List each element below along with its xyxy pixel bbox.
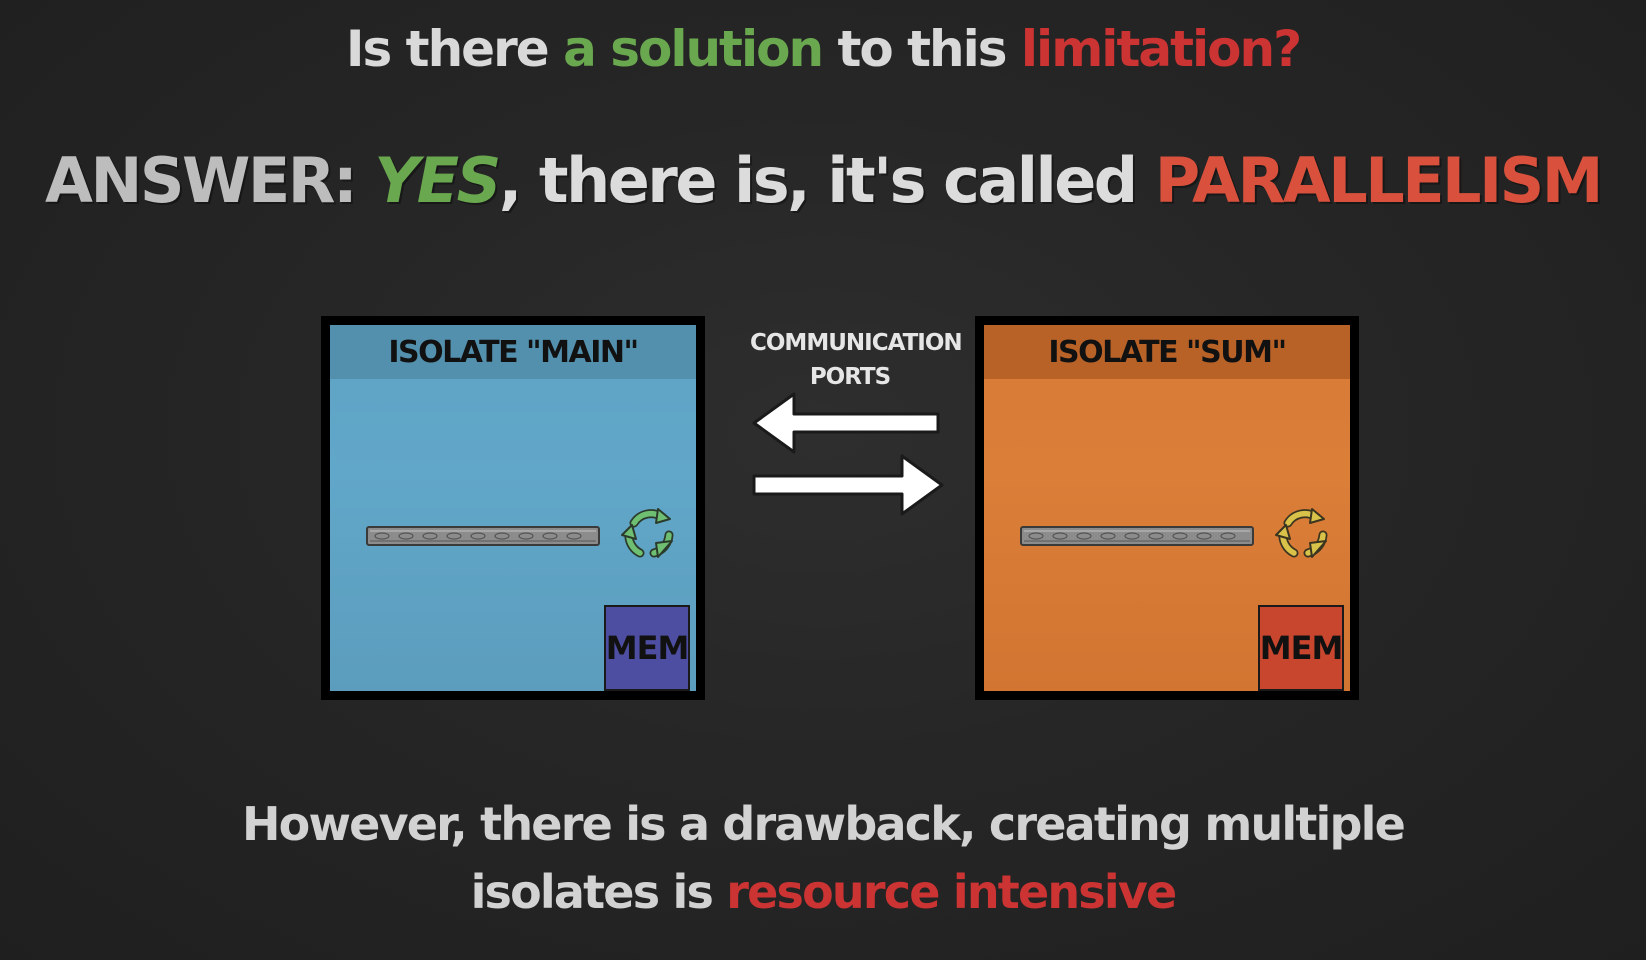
isolate-main-box: ISOLATE "MAIN" MEM: [321, 316, 705, 700]
isolate-sum-body: ISOLATE "SUM" MEM: [984, 325, 1350, 691]
isolate-sum-title: ISOLATE "SUM": [984, 325, 1350, 379]
event-queue-track-icon: [366, 526, 600, 546]
answer-yes: YES: [374, 144, 501, 217]
isolate-sum-box: ISOLATE "SUM" MEM: [975, 316, 1359, 700]
arrow-left-icon: [752, 392, 940, 454]
arrow-right-icon: [752, 454, 944, 516]
isolate-main-body: ISOLATE "MAIN" MEM: [330, 325, 696, 691]
answer-prefix: ANSWER:: [45, 144, 375, 217]
answer-heading: ANSWER: YES, there is, it's called PARAL…: [0, 144, 1646, 217]
answer-middle: , there is, it's called: [498, 144, 1155, 217]
event-loop-icon: [621, 508, 674, 558]
ports-label-line1: COMMUNICATION: [750, 330, 963, 356]
isolate-main-title: ISOLATE "MAIN": [330, 325, 696, 379]
question-text-1: Is there: [345, 20, 564, 78]
question-limitation-text: limitation?: [1020, 20, 1302, 78]
drawback-caption: However, there is a drawback, creating m…: [0, 790, 1646, 926]
memory-block-sum: MEM: [1258, 605, 1344, 691]
drawback-highlight: resource intensive: [726, 865, 1177, 919]
communication-ports-label: COMMUNICATION PORTS: [750, 326, 963, 394]
drawback-line1: However, there is a drawback, creating m…: [241, 797, 1406, 851]
event-loop-icon: [1275, 508, 1328, 558]
drawback-line2-prefix: isolates is: [470, 865, 727, 919]
question-text-2: to this: [822, 20, 1021, 78]
question-solution-text: a solution: [563, 20, 824, 78]
answer-parallelism: PARALLELISM: [1154, 144, 1604, 217]
event-queue-track-icon: [1020, 526, 1254, 546]
question-heading: Is there a solution to this limitation?: [0, 20, 1646, 78]
drawback-line2: isolates is resource intensive: [0, 858, 1646, 926]
memory-block-main: MEM: [604, 605, 690, 691]
